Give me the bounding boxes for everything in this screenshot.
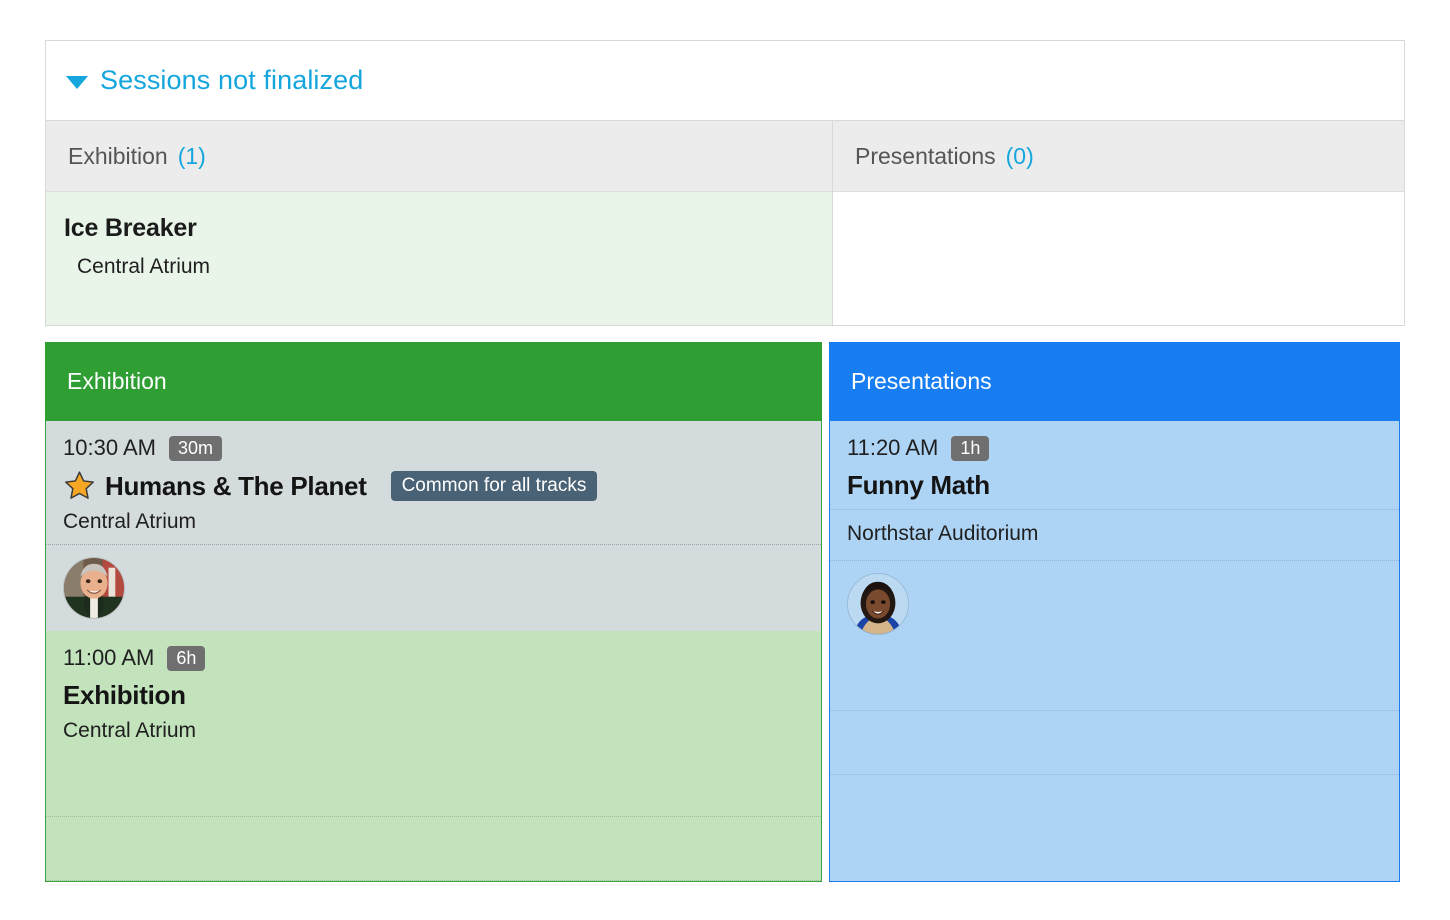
- not-finalized-column-header: Exhibition (1): [46, 121, 832, 192]
- session-speaker-row: [847, 561, 1383, 647]
- session-room: Central Atrium: [63, 510, 197, 533]
- not-finalized-column-label: Presentations: [855, 142, 996, 169]
- session-room: Central Atrium: [77, 255, 211, 278]
- session-time-row: 10:30 AM 30m: [63, 435, 805, 461]
- not-finalized-columns: Exhibition (1) Ice Breaker Central Atriu…: [46, 121, 1404, 325]
- not-finalized-column-label: Exhibition: [68, 142, 168, 169]
- session-card[interactable]: 10:30 AM 30m Humans & The Planet Common …: [46, 421, 821, 631]
- track-body-exhibition: 10:30 AM 30m Humans & The Planet Common …: [45, 421, 822, 882]
- session-empty-slots: [830, 647, 1399, 775]
- session-time-row: 11:20 AM 1h: [847, 435, 1383, 461]
- chevron-down-icon[interactable]: [66, 75, 88, 89]
- track-title: Exhibition: [67, 368, 167, 394]
- session-divider: [830, 509, 1399, 510]
- session-title: Humans & The Planet: [105, 470, 367, 501]
- not-finalized-column-presentations: Presentations (0): [833, 121, 1404, 325]
- speaker-avatar[interactable]: [63, 557, 125, 619]
- session-time: 11:00 AM: [63, 645, 155, 670]
- not-finalized-session-card[interactable]: Ice Breaker Central Atrium: [64, 214, 810, 279]
- sessions-not-finalized-panel: Sessions not finalized Exhibition (1) Ic…: [45, 40, 1405, 326]
- session-duration-badge: 30m: [168, 435, 222, 461]
- session-title-row: Exhibition: [63, 680, 805, 711]
- session-time-row: 11:00 AM 6h: [63, 645, 805, 671]
- session-divider: [46, 880, 821, 881]
- star-icon[interactable]: [63, 470, 96, 502]
- not-finalized-column-count: (0): [1005, 142, 1034, 169]
- session-empty-slots: [46, 753, 821, 881]
- not-finalized-column-count: (1): [177, 142, 206, 169]
- sessions-not-finalized-title: Sessions not finalized: [100, 65, 364, 95]
- track-header-presentations: Presentations: [829, 342, 1400, 421]
- session-title: Funny Math: [847, 470, 990, 500]
- session-card[interactable]: 11:00 AM 6h Exhibition Central Atrium: [46, 631, 821, 881]
- not-finalized-column-exhibition: Exhibition (1) Ice Breaker Central Atriu…: [46, 121, 833, 325]
- session-speaker-row: [63, 545, 805, 631]
- session-title: Ice Breaker: [64, 214, 197, 242]
- session-duration-badge: 6h: [167, 645, 206, 671]
- not-finalized-session-list: Ice Breaker Central Atrium: [46, 192, 832, 325]
- speaker-avatar[interactable]: [847, 573, 909, 635]
- schedule-page: Sessions not finalized Exhibition (1) Ic…: [0, 0, 1450, 920]
- track-header-exhibition: Exhibition: [45, 342, 822, 421]
- session-room: Northstar Auditorium: [847, 522, 1039, 545]
- session-card[interactable]: 11:20 AM 1h Funny Math Northstar Auditor…: [830, 421, 1399, 881]
- track-title: Presentations: [851, 368, 992, 394]
- track-exhibition: Exhibition 10:30 AM 30m Humans & The Pla…: [45, 342, 822, 882]
- session-title: Exhibition: [63, 680, 186, 710]
- session-time: 10:30 AM: [63, 435, 156, 460]
- session-title-row: Humans & The Planet Common for all track…: [63, 470, 805, 502]
- session-divider: [830, 774, 1399, 775]
- track-columns: Exhibition 10:30 AM 30m Humans & The Pla…: [45, 342, 1405, 882]
- session-title-row: Funny Math: [847, 470, 1383, 501]
- session-room: Central Atrium: [63, 719, 197, 742]
- track-body-presentations: 11:20 AM 1h Funny Math Northstar Auditor…: [829, 421, 1400, 882]
- sessions-not-finalized-toggle[interactable]: Sessions not finalized: [46, 41, 1404, 121]
- session-track-tag: Common for all tracks: [390, 470, 598, 502]
- session-time: 11:20 AM: [847, 435, 939, 460]
- not-finalized-column-header: Presentations (0): [833, 121, 1404, 192]
- track-presentations: Presentations 11:20 AM 1h Funny Math Nor…: [829, 342, 1400, 882]
- session-duration-badge: 1h: [951, 435, 990, 461]
- not-finalized-session-list-empty: [833, 192, 1404, 325]
